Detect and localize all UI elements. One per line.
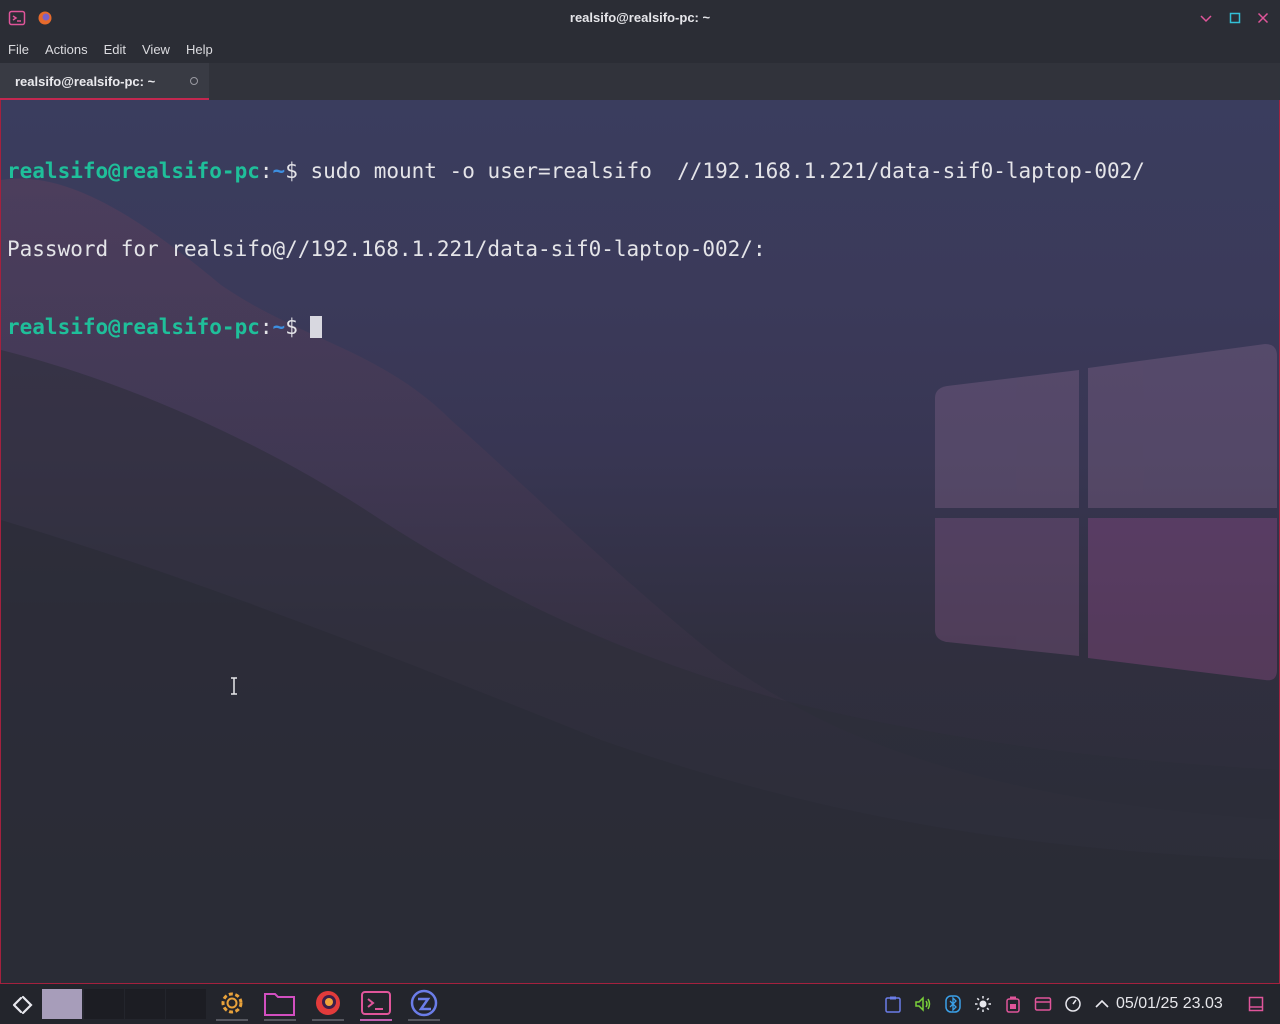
prompt-symbol: $ bbox=[285, 315, 311, 339]
task-app-store[interactable] bbox=[406, 987, 442, 1021]
task-indicator bbox=[216, 1019, 248, 1021]
virtual-desktop-3[interactable] bbox=[125, 989, 165, 1019]
title-bar: realsifo@realsifo-pc: ~ bbox=[0, 0, 1280, 36]
task-browser[interactable] bbox=[310, 987, 346, 1021]
settings-icon bbox=[221, 992, 243, 1014]
terminal-view[interactable]: realsifo@realsifo-pc:~$ sudo mount -o us… bbox=[0, 100, 1280, 984]
menu-bar: File Actions Edit View Help bbox=[0, 36, 1280, 63]
task-terminal[interactable] bbox=[358, 987, 394, 1021]
terminal-line: realsifo@realsifo-pc:~$ bbox=[7, 314, 1145, 340]
volume-icon[interactable] bbox=[914, 995, 932, 1013]
command-text: sudo mount -o user=realsifo //192.168.1.… bbox=[310, 159, 1145, 183]
output-text: Password for realsifo@//192.168.1.221/da… bbox=[7, 237, 766, 261]
menu-view[interactable]: View bbox=[134, 36, 178, 63]
virtual-desktop-1[interactable] bbox=[42, 989, 82, 1019]
task-indicator bbox=[408, 1019, 440, 1021]
window-title: realsifo@realsifo-pc: ~ bbox=[569, 10, 711, 25]
terminal-icon bbox=[361, 991, 391, 1015]
tab-bar: realsifo@realsifo-pc: ~ bbox=[0, 63, 1280, 100]
task-indicator bbox=[360, 1019, 392, 1021]
windows-logo bbox=[935, 344, 1277, 681]
clock[interactable]: 05/01/25 23.03 bbox=[1116, 995, 1223, 1013]
application-launcher-icon[interactable] bbox=[10, 992, 36, 1018]
terminal-output: realsifo@realsifo-pc:~$ sudo mount -o us… bbox=[7, 106, 1145, 392]
show-desktop-icon[interactable] bbox=[1248, 996, 1264, 1012]
tab-terminal[interactable]: realsifo@realsifo-pc: ~ bbox=[0, 63, 209, 100]
tab-label: realsifo@realsifo-pc: ~ bbox=[15, 74, 156, 89]
text-cursor bbox=[310, 316, 323, 338]
terminal-line: realsifo@realsifo-pc:~$ sudo mount -o us… bbox=[7, 159, 1145, 183]
close-icon[interactable] bbox=[1254, 9, 1272, 27]
battery-icon[interactable] bbox=[1004, 995, 1022, 1013]
prompt-path: ~ bbox=[272, 315, 286, 339]
prompt-user: realsifo@realsifo-pc bbox=[7, 159, 260, 183]
task-files[interactable] bbox=[262, 987, 298, 1021]
performance-icon[interactable] bbox=[1064, 995, 1082, 1013]
virtual-desktop-2[interactable] bbox=[84, 989, 124, 1019]
bluetooth-icon[interactable] bbox=[944, 995, 962, 1013]
prompt-path: ~ bbox=[272, 159, 286, 183]
task-indicator bbox=[264, 1019, 296, 1021]
prompt-symbol: $ bbox=[285, 159, 311, 183]
task-settings[interactable] bbox=[214, 987, 250, 1021]
app-store-icon bbox=[410, 989, 438, 1017]
ibeam-cursor-icon bbox=[231, 677, 237, 695]
prompt-user: realsifo@realsifo-pc bbox=[7, 315, 260, 339]
menu-help[interactable]: Help bbox=[178, 36, 221, 63]
folder-icon bbox=[264, 993, 295, 1016]
taskbar: 05/01/25 23.03 bbox=[0, 984, 1280, 1024]
chevron-up-icon[interactable] bbox=[1093, 995, 1111, 1013]
tab-close-icon[interactable] bbox=[190, 77, 198, 85]
menu-edit[interactable]: Edit bbox=[96, 36, 134, 63]
menu-file[interactable]: File bbox=[0, 36, 37, 63]
terminal-line: Password for realsifo@//192.168.1.221/da… bbox=[7, 236, 1145, 262]
menu-actions[interactable]: Actions bbox=[37, 36, 96, 63]
clipboard-icon[interactable] bbox=[884, 995, 902, 1013]
network-icon[interactable] bbox=[1034, 995, 1052, 1013]
minimize-icon[interactable] bbox=[1197, 9, 1215, 27]
brightness-icon[interactable] bbox=[974, 995, 992, 1013]
task-indicator bbox=[312, 1019, 344, 1021]
virtual-desktop-4[interactable] bbox=[166, 989, 206, 1019]
maximize-icon[interactable] bbox=[1226, 9, 1244, 27]
browser-icon bbox=[316, 991, 340, 1015]
